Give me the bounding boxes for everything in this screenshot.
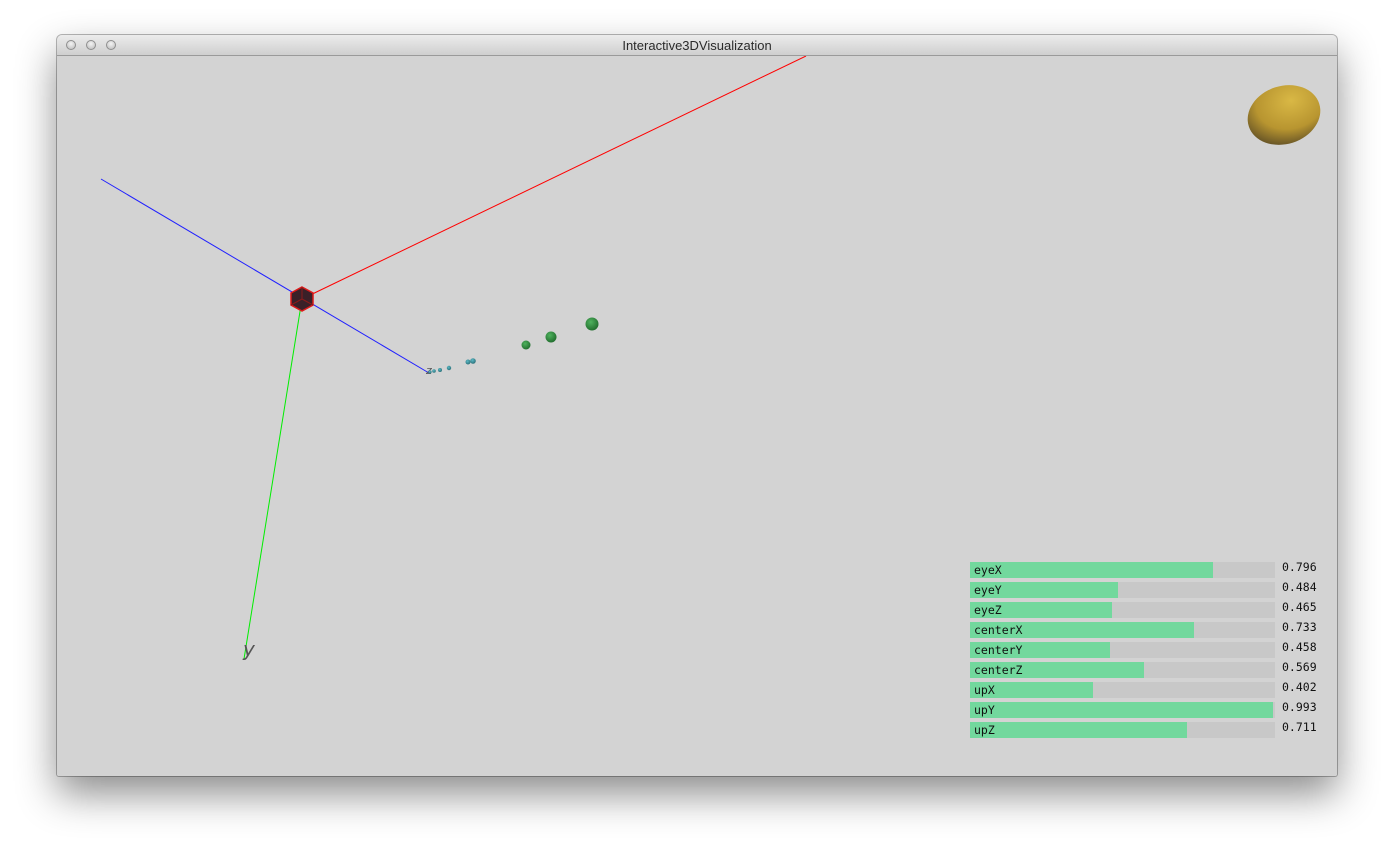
slider-value: 0.733 <box>1282 620 1317 634</box>
slider-track[interactable]: eyeZ <box>970 602 1275 618</box>
y-axis-label: y <box>242 637 256 661</box>
slider-fill <box>970 702 1273 718</box>
app-window: Interactive3DVisualization y z eyeX 0.79… <box>57 35 1337 776</box>
slider-label: eyeX <box>974 563 1002 577</box>
slider-centerX[interactable]: centerX 0.733 <box>970 620 1330 638</box>
small-sphere <box>465 359 471 365</box>
slider-value: 0.402 <box>1282 680 1317 694</box>
slider-label: upZ <box>974 723 995 737</box>
slider-fill <box>970 562 1213 578</box>
slider-upZ[interactable]: upZ 0.711 <box>970 720 1330 738</box>
small-sphere <box>432 369 436 373</box>
slider-upY[interactable]: upY 0.993 <box>970 700 1330 718</box>
x-axis-line <box>301 56 807 300</box>
slider-eyeX[interactable]: eyeX 0.796 <box>970 560 1330 578</box>
slider-upX[interactable]: upX 0.402 <box>970 680 1330 698</box>
small-sphere <box>446 365 452 371</box>
slider-value: 0.711 <box>1282 720 1317 734</box>
slider-value: 0.484 <box>1282 580 1317 594</box>
z-axis-label: z <box>425 364 432 377</box>
slider-eyeY[interactable]: eyeY 0.484 <box>970 580 1330 598</box>
slider-eyeZ[interactable]: eyeZ 0.465 <box>970 600 1330 618</box>
slider-track[interactable]: centerX <box>970 622 1275 638</box>
origin-cube <box>290 286 314 312</box>
title-bar: Interactive3DVisualization <box>57 35 1337 56</box>
slider-label: upX <box>974 683 995 697</box>
small-sphere <box>438 368 442 372</box>
yellow-ellipsoid <box>1247 85 1321 145</box>
3d-viewport[interactable]: y z eyeX 0.796 eyeY 0.484 eyeZ 0.465 cen… <box>57 56 1337 776</box>
slider-label: centerY <box>974 643 1023 657</box>
slider-track[interactable]: upY <box>970 702 1275 718</box>
green-sphere <box>545 331 557 343</box>
slider-value: 0.993 <box>1282 700 1317 714</box>
slider-centerZ[interactable]: centerZ 0.569 <box>970 660 1330 678</box>
slider-track[interactable]: upX <box>970 682 1275 698</box>
z-axis-line <box>100 178 430 374</box>
slider-track[interactable]: upZ <box>970 722 1275 738</box>
y-axis-line <box>243 298 303 660</box>
slider-fill <box>970 722 1187 738</box>
slider-label: upY <box>974 703 995 717</box>
slider-label: centerX <box>974 623 1023 637</box>
window-title: Interactive3DVisualization <box>622 38 772 53</box>
green-sphere <box>521 340 531 350</box>
slider-label: centerZ <box>974 663 1023 677</box>
slider-value: 0.569 <box>1282 660 1317 674</box>
slider-track[interactable]: centerZ <box>970 662 1275 678</box>
slider-label: eyeY <box>974 583 1002 597</box>
small-sphere <box>428 370 432 374</box>
slider-track[interactable]: centerY <box>970 642 1275 658</box>
small-sphere <box>470 358 476 364</box>
slider-label: eyeZ <box>974 603 1002 617</box>
green-sphere <box>585 317 599 331</box>
slider-centerY[interactable]: centerY 0.458 <box>970 640 1330 658</box>
slider-track[interactable]: eyeX <box>970 562 1275 578</box>
camera-controls-panel: eyeX 0.796 eyeY 0.484 eyeZ 0.465 centerX… <box>970 560 1330 762</box>
slider-value: 0.796 <box>1282 560 1317 574</box>
slider-track[interactable]: eyeY <box>970 582 1275 598</box>
slider-value: 0.458 <box>1282 640 1317 654</box>
slider-value: 0.465 <box>1282 600 1317 614</box>
